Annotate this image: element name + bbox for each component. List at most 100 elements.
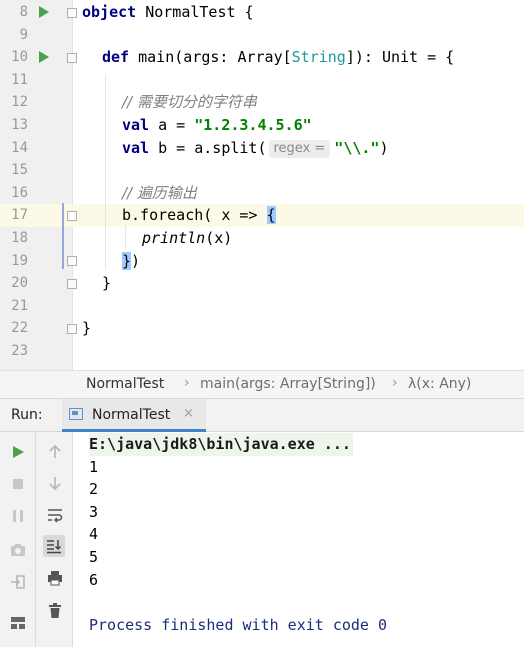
console-output-line: 4 [89, 525, 99, 544]
code-line-11[interactable]: 11 [0, 69, 524, 92]
code-text: b.foreach( x => [122, 206, 267, 225]
fold-marker-icon[interactable] [67, 8, 77, 18]
code-line-14[interactable]: 14 val b = a.split(regex = "\\.") [0, 137, 524, 160]
run-toolbar-left [0, 432, 36, 647]
indent-guide [125, 225, 126, 249]
soft-wrap-icon[interactable] [44, 504, 66, 526]
code-line-17-current[interactable]: 17 b.foreach( x => { [0, 204, 524, 227]
run-tab-normaltest[interactable]: NormalTest × [62, 399, 206, 432]
keyword: val [122, 138, 150, 157]
indent-guide [105, 74, 106, 270]
console-exit-message: Process finished with exit code 0 [89, 615, 388, 634]
scroll-to-end-icon[interactable] [43, 535, 65, 557]
line-number: 9 [19, 26, 28, 43]
line-number: 17 [11, 207, 28, 224]
console-output-line: 2 [89, 480, 99, 499]
close-icon[interactable]: × [183, 406, 194, 421]
code-text: ) [131, 251, 141, 270]
code-line-12[interactable]: 12 // 需要切分的字符串 [0, 91, 524, 114]
string-literal: "\\." [334, 138, 380, 157]
fold-marker-icon[interactable] [67, 211, 77, 221]
code-text: main(args: Array[ [129, 48, 292, 67]
line-number: 13 [11, 117, 28, 133]
arrow-down-icon[interactable] [44, 472, 66, 494]
code-line-20[interactable]: 20 } [0, 272, 524, 295]
line-number: 10 [11, 49, 28, 66]
login-icon[interactable] [7, 571, 29, 593]
code-text: a = [149, 116, 195, 134]
code-line-21[interactable]: 21 [0, 295, 524, 318]
code-line-8[interactable]: 8 object NormalTest { [0, 1, 524, 24]
line-number: 8 [19, 4, 28, 20]
keyword: val [122, 116, 150, 134]
console-output-line: 1 [89, 457, 99, 476]
line-number: 12 [11, 94, 28, 111]
fold-marker-icon[interactable] [67, 324, 77, 334]
code-line-23[interactable]: 23 [0, 340, 524, 363]
line-number: 18 [11, 230, 28, 246]
console-output-line: 3 [89, 502, 99, 521]
breadcrumb: NormalTest › main(args: Array[String]) ›… [0, 370, 524, 399]
code-line-9[interactable]: 9 [0, 24, 524, 47]
camera-icon[interactable] [7, 539, 29, 561]
keyword: object [82, 3, 137, 21]
line-number: 14 [11, 139, 28, 156]
code-line-16[interactable]: 16 // 遍历输出 [0, 182, 524, 205]
matched-brace: } [122, 251, 132, 270]
console-output-line: 5 [89, 548, 99, 566]
code-text: b = a.split( [149, 138, 267, 157]
code-text: (x) [205, 229, 233, 247]
console-output-line: 6 [89, 570, 99, 589]
line-number: 19 [11, 252, 28, 269]
breadcrumb-separator: › [392, 375, 398, 391]
run-toolbar-right [36, 432, 73, 647]
arrow-up-icon[interactable] [44, 441, 66, 463]
stop-icon[interactable] [7, 473, 29, 495]
layout-icon[interactable] [7, 612, 29, 634]
parameter-hint: regex = [268, 139, 331, 158]
run-object-icon[interactable] [39, 6, 49, 18]
keyword: def [102, 48, 130, 67]
code-line-22[interactable]: 22 } [0, 317, 524, 340]
code-editor[interactable]: 8 object NormalTest { 9 10 def main(args… [0, 0, 524, 370]
change-marker [62, 203, 64, 269]
breadcrumb-item-method[interactable]: main(args: Array[String]) [200, 376, 376, 392]
fold-marker-icon[interactable] [67, 53, 77, 63]
run-icon[interactable] [7, 441, 29, 463]
run-main-icon[interactable] [39, 51, 49, 63]
string-literal: "1.2.3.4.5.6" [194, 116, 312, 134]
line-number: 20 [11, 275, 28, 292]
fold-marker-icon[interactable] [67, 279, 77, 289]
code-comment: // 需要切分的字符串 [122, 93, 257, 112]
pause-icon[interactable] [7, 505, 29, 527]
line-number: 11 [11, 71, 28, 88]
line-number: 16 [11, 184, 28, 201]
code-text: NormalTest { [136, 3, 254, 21]
code-text: } [102, 274, 112, 293]
run-console: E:\java\jdk8\bin\java.exe ... 1 2 3 4 5 … [0, 432, 524, 647]
code-text: ]): Unit = { [345, 48, 455, 67]
code-line-19[interactable]: 19 }) [0, 250, 524, 273]
code-text: ) [379, 138, 389, 157]
line-number: 15 [11, 162, 28, 179]
code-comment: // 遍历输出 [122, 183, 197, 202]
print-icon[interactable] [44, 567, 66, 589]
line-number: 21 [11, 297, 28, 314]
fold-marker-icon[interactable] [67, 256, 77, 266]
code-line-15[interactable]: 15 [0, 159, 524, 182]
code-line-18[interactable]: 18 println(x) [0, 227, 524, 250]
breadcrumb-item-class[interactable]: NormalTest [86, 376, 164, 392]
code-line-10[interactable]: 10 def main(args: Array[String]): Unit =… [0, 46, 524, 69]
tab-label: NormalTest [92, 407, 171, 423]
application-icon [69, 408, 83, 420]
breadcrumb-item-lambda[interactable]: λ(x: Any) [408, 376, 471, 392]
code-line-13[interactable]: 13 val a = "1.2.3.4.5.6" [0, 114, 524, 137]
type-name: String [291, 48, 346, 67]
run-label: Run: [11, 407, 43, 423]
breadcrumb-separator: › [184, 375, 190, 391]
trash-icon[interactable] [44, 600, 66, 622]
line-number: 23 [11, 343, 28, 359]
console-command-line: E:\java\jdk8\bin\java.exe ... [89, 433, 353, 456]
line-number: 22 [11, 320, 28, 337]
code-text: } [82, 319, 92, 338]
